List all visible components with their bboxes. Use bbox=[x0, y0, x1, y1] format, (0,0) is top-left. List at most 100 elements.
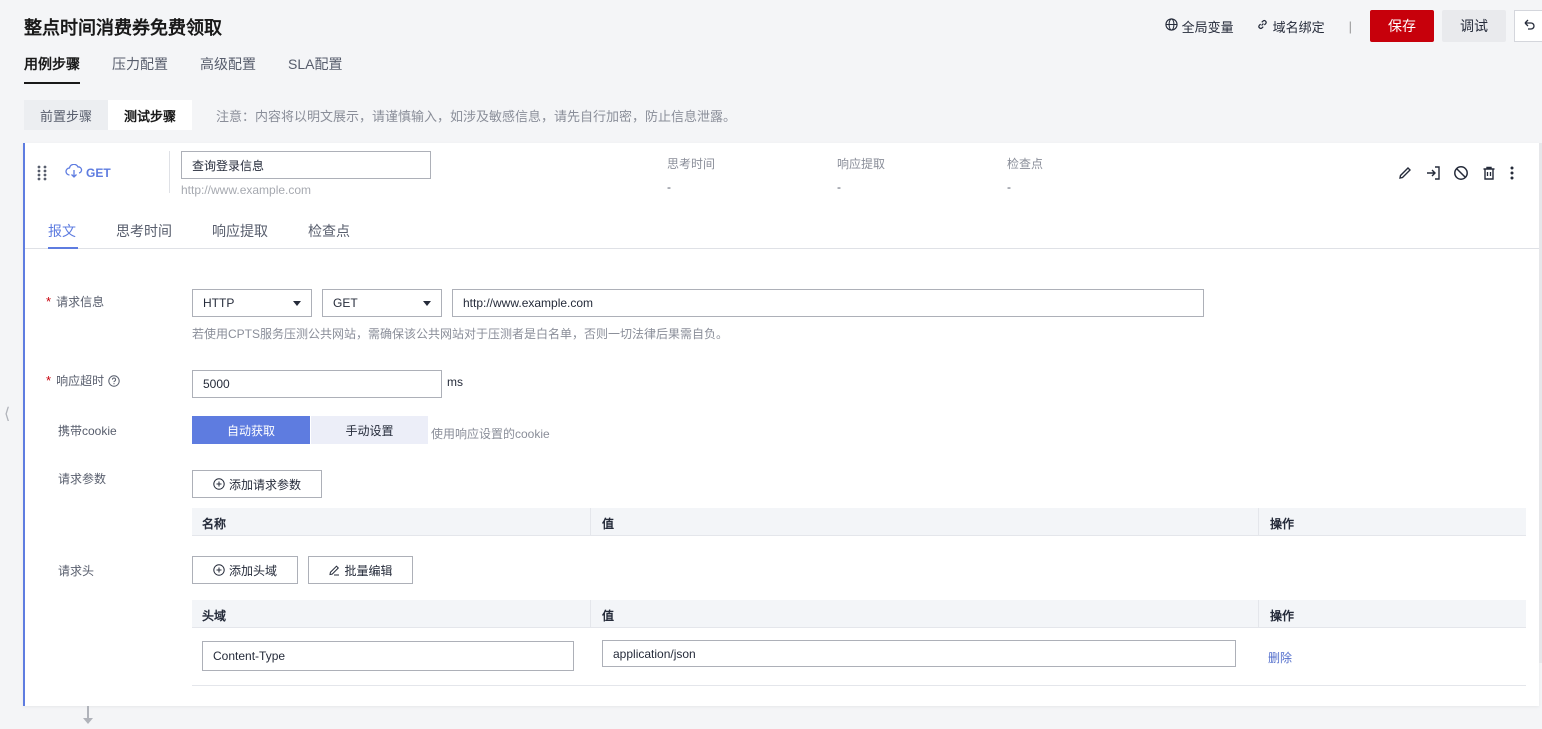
tab-message[interactable]: 报文 bbox=[48, 221, 76, 241]
top-actions: 全局变量 域名绑定 | 保存 调试 bbox=[1164, 10, 1542, 42]
method-select[interactable]: GET bbox=[322, 289, 442, 317]
request-info-label: * 请求信息 bbox=[46, 293, 104, 310]
meta-checkpoint: 检查点 - bbox=[1007, 155, 1043, 194]
required-mark: * bbox=[46, 294, 52, 309]
meta-value: - bbox=[837, 180, 841, 194]
tab-advanced-config[interactable]: 高级配置 bbox=[200, 54, 256, 84]
global-vars-button[interactable]: 全局变量 bbox=[1164, 17, 1234, 36]
tab-response-extract[interactable]: 响应提取 bbox=[212, 221, 268, 241]
detail-tabs: 报文 思考时间 响应提取 检查点 bbox=[25, 215, 1539, 249]
active-tab-indicator bbox=[48, 247, 78, 249]
step-name-input[interactable]: 查询登录信息 bbox=[181, 151, 431, 179]
row-divider bbox=[192, 685, 1526, 686]
url-input[interactable]: http://www.example.com bbox=[452, 289, 1204, 317]
method-label: GET bbox=[86, 165, 111, 180]
cookie-hint: 使用响应设置的cookie bbox=[431, 427, 550, 441]
params-label: 请求参数 bbox=[58, 472, 107, 486]
tab-pre-steps[interactable]: 前置步骤 bbox=[24, 100, 109, 130]
step-actions bbox=[1385, 165, 1515, 181]
protocol-value: HTTP bbox=[203, 296, 235, 310]
header-value-input[interactable]: application/json bbox=[602, 640, 1236, 667]
headers-label: 请求头 bbox=[58, 564, 95, 578]
meta-response-extract: 响应提取 - bbox=[837, 155, 885, 194]
col-divider bbox=[590, 600, 591, 628]
page-title: 整点时间消费券免费领取 bbox=[24, 18, 222, 38]
cookie-auto-button[interactable]: 自动获取 bbox=[192, 416, 310, 444]
tab-checkpoint[interactable]: 检查点 bbox=[308, 221, 350, 241]
globe-icon bbox=[1164, 18, 1182, 34]
add-param-label: 添加请求参数 bbox=[228, 477, 301, 492]
more-icon[interactable] bbox=[1509, 165, 1515, 181]
global-vars-label: 全局变量 bbox=[1181, 19, 1234, 35]
col-op: 操作 bbox=[1270, 517, 1295, 531]
step-url: http://www.example.com bbox=[181, 183, 312, 197]
col-divider bbox=[1258, 600, 1259, 628]
link-icon bbox=[1256, 18, 1273, 34]
meta-value: - bbox=[667, 180, 671, 194]
save-button[interactable]: 保存 bbox=[1370, 10, 1434, 42]
collapse-toggle-icon[interactable]: ⟨ bbox=[4, 404, 10, 424]
delete-header-link[interactable]: 删除 bbox=[1268, 649, 1292, 666]
method-value: GET bbox=[333, 296, 358, 310]
url-hint: 若使用CPTS服务压测公共网站，需确保该公共网站对于压测者是白名单，否则一切法律… bbox=[192, 327, 729, 341]
meta-think-time: 思考时间 - bbox=[667, 155, 715, 194]
tab-pressure-config[interactable]: 压力配置 bbox=[112, 54, 168, 84]
required-mark: * bbox=[46, 373, 52, 388]
meta-label: 思考时间 bbox=[667, 157, 716, 171]
caret-down-icon bbox=[423, 300, 431, 306]
help-icon[interactable] bbox=[108, 374, 120, 387]
header-divider bbox=[169, 151, 170, 193]
label-text: 响应超时 bbox=[56, 374, 105, 388]
timeout-label: * 响应超时 bbox=[46, 372, 120, 389]
main-tabs: 用例步骤 压力配置 高级配置 SLA配置 bbox=[24, 54, 374, 84]
divider: | bbox=[1348, 18, 1352, 34]
caret-down-icon bbox=[293, 300, 301, 306]
edit-icon[interactable] bbox=[1397, 165, 1413, 181]
meta-value: - bbox=[1007, 180, 1011, 194]
col-divider bbox=[590, 508, 591, 536]
timeout-input[interactable]: 5000 bbox=[192, 370, 442, 398]
tab-test-steps[interactable]: 测试步骤 bbox=[108, 100, 193, 130]
undo-button[interactable] bbox=[1514, 10, 1542, 42]
domain-bind-button[interactable]: 域名绑定 bbox=[1256, 17, 1325, 36]
col-value: 值 bbox=[602, 517, 615, 531]
header-name-input[interactable]: Content-Type bbox=[202, 641, 574, 671]
batch-edit-label: 批量编辑 bbox=[344, 563, 393, 578]
security-note: 注意：内容将以明文展示，请谨慎输入，如涉及敏感信息，请先自行加密，防止信息泄露。 bbox=[216, 108, 737, 124]
cloud-download-icon bbox=[65, 163, 86, 181]
col-divider bbox=[1258, 508, 1259, 536]
debug-button[interactable]: 调试 bbox=[1442, 10, 1506, 42]
meta-label: 响应提取 bbox=[837, 157, 886, 171]
step-card-header: GET 查询登录信息 http://www.example.com 思考时间 -… bbox=[25, 143, 1539, 205]
disable-icon[interactable] bbox=[1453, 165, 1469, 181]
edit-icon bbox=[329, 565, 340, 576]
add-header-label: 添加头域 bbox=[228, 563, 277, 578]
step-tabs: 前置步骤 测试步骤 注意：内容将以明文展示，请谨慎输入，如涉及敏感信息，请先自行… bbox=[24, 100, 736, 130]
label-text: 请求信息 bbox=[56, 295, 105, 309]
cookie-label: 携带cookie bbox=[58, 424, 117, 438]
tab-case-steps[interactable]: 用例步骤 bbox=[24, 54, 80, 84]
protocol-select[interactable]: HTTP bbox=[192, 289, 312, 317]
tab-sla-config[interactable]: SLA配置 bbox=[288, 54, 342, 84]
plus-circle-icon bbox=[213, 478, 225, 490]
col-name: 名称 bbox=[202, 517, 227, 531]
insert-step-icon[interactable] bbox=[1425, 165, 1441, 181]
col-name: 头域 bbox=[202, 609, 227, 623]
cookie-manual-button[interactable]: 手动设置 bbox=[311, 416, 428, 444]
delete-icon[interactable] bbox=[1481, 165, 1497, 181]
add-header-button[interactable]: 添加头域 bbox=[192, 556, 298, 584]
headers-table-header: 头域 值 操作 bbox=[192, 600, 1526, 628]
tab-think-time[interactable]: 思考时间 bbox=[116, 221, 172, 241]
drag-handle-icon[interactable] bbox=[37, 165, 47, 184]
meta-label: 检查点 bbox=[1007, 157, 1044, 171]
timeout-unit: ms bbox=[447, 375, 463, 389]
batch-edit-button[interactable]: 批量编辑 bbox=[308, 556, 413, 584]
col-op: 操作 bbox=[1270, 609, 1295, 623]
add-param-button[interactable]: 添加请求参数 bbox=[192, 470, 322, 498]
plus-circle-icon bbox=[213, 564, 225, 576]
col-value: 值 bbox=[602, 609, 615, 623]
params-table-header: 名称 值 操作 bbox=[192, 508, 1526, 536]
top-bar: 整点时间消费券免费领取 全局变量 域名绑定 | 保存 调试 用例步骤 压力配置 … bbox=[0, 0, 1542, 90]
step-card: GET 查询登录信息 http://www.example.com 思考时间 -… bbox=[23, 143, 1539, 706]
method-badge: GET bbox=[65, 163, 111, 181]
